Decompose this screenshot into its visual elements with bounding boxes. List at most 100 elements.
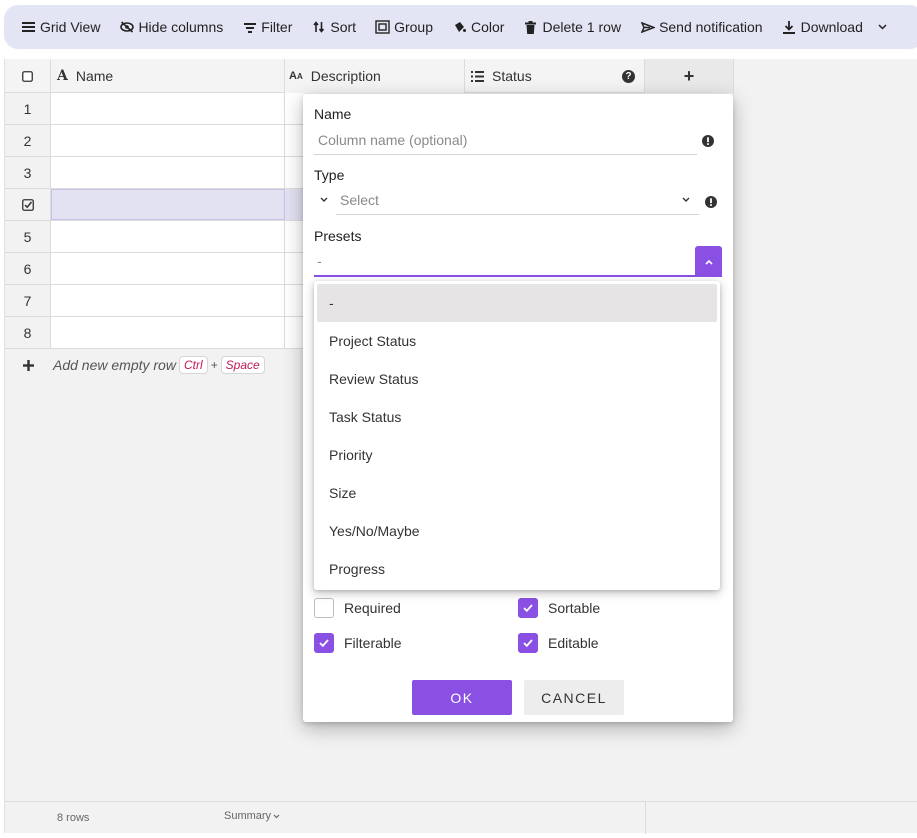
filter-icon	[242, 20, 257, 35]
info-icon	[702, 134, 714, 147]
hide-columns-label: Hide columns	[138, 19, 224, 35]
delete-row-button[interactable]: Delete 1 row	[516, 12, 628, 42]
grid-rows: 1 2 3 5 6 7 8 Add new empty row Ctrl + S…	[5, 93, 305, 381]
grid-view-label: Grid View	[40, 19, 101, 35]
sort-label: Sort	[330, 19, 357, 35]
checkbox-box[interactable]	[518, 633, 538, 653]
row-number: 7	[5, 285, 51, 316]
preset-option-yes-no-maybe[interactable]: Yes/No/Maybe	[314, 512, 720, 550]
name-cell[interactable]	[51, 317, 285, 348]
send-notification-button[interactable]: Send notification	[633, 12, 770, 42]
check-icon	[319, 639, 329, 648]
add-column-button[interactable]: +	[645, 59, 734, 93]
info-icon	[705, 195, 717, 208]
list-icon	[471, 70, 484, 82]
presets-field-label: Presets	[314, 228, 362, 244]
send-notification-label: Send notification	[659, 19, 763, 35]
name-cell[interactable]	[51, 157, 285, 188]
grid-view-button[interactable]: Grid View	[14, 12, 107, 42]
select-all-checkbox[interactable]	[5, 59, 51, 93]
description-cell[interactable]	[285, 221, 305, 252]
name-cell[interactable]	[51, 253, 285, 284]
description-cell[interactable]	[285, 189, 305, 220]
preset-option-priority[interactable]: Priority	[314, 436, 720, 474]
description-cell[interactable]	[285, 157, 305, 188]
column-name-input[interactable]: Column name (optional)	[314, 126, 697, 155]
cancel-button[interactable]: CANCEL	[524, 680, 624, 715]
chevron-down-icon	[682, 197, 690, 203]
name-cell[interactable]	[51, 189, 285, 220]
grid-header: A Name AA Description Status ? +	[5, 59, 734, 93]
grid-footer: 8 rows Summary	[5, 801, 917, 834]
column-status-label: Status	[492, 68, 532, 84]
group-label: Group	[394, 19, 433, 35]
presets-toggle-button[interactable]	[695, 246, 722, 277]
trash-icon	[523, 20, 538, 35]
ok-button[interactable]: OK	[412, 680, 512, 715]
name-field-label: Name	[314, 106, 352, 122]
name-cell[interactable]	[51, 125, 285, 156]
description-cell[interactable]	[285, 253, 305, 284]
preset-option-project-status[interactable]: Project Status	[314, 322, 720, 360]
description-cell[interactable]	[285, 125, 305, 156]
filterable-label: Filterable	[344, 635, 402, 651]
required-checkbox[interactable]: Required	[314, 598, 401, 618]
chevron-down-icon[interactable]	[320, 197, 328, 203]
preset-option-progress[interactable]: Progress	[314, 550, 720, 588]
preset-option-review-status[interactable]: Review Status	[314, 360, 720, 398]
download-label: Download	[800, 19, 863, 35]
checkbox-box[interactable]	[518, 598, 538, 618]
row-number: 3	[5, 157, 51, 188]
color-button[interactable]: Color	[445, 12, 511, 42]
sort-button[interactable]: Sort	[304, 12, 363, 42]
table-row[interactable]: 1	[5, 93, 305, 125]
name-cell[interactable]	[51, 93, 285, 124]
text-icon: A	[57, 68, 68, 84]
column-header-status[interactable]: Status ?	[465, 59, 645, 93]
filterable-checkbox[interactable]: Filterable	[314, 633, 402, 653]
description-cell[interactable]	[285, 285, 305, 316]
shortcut-key-ctrl: Ctrl	[178, 356, 208, 374]
table-row[interactable]: 3	[5, 157, 305, 189]
check-icon	[523, 639, 533, 648]
editable-checkbox[interactable]: Editable	[518, 633, 599, 653]
type-select[interactable]: Select	[336, 186, 699, 215]
preset-option-size[interactable]: Size	[314, 474, 720, 512]
row-checkbox[interactable]	[5, 189, 51, 220]
add-row-button[interactable]: Add new empty row Ctrl + Space	[5, 349, 305, 381]
table-row[interactable]: 2	[5, 125, 305, 157]
table-row[interactable]: 5	[5, 221, 305, 253]
table-row-selected[interactable]	[5, 189, 305, 221]
name-cell[interactable]	[51, 221, 285, 252]
preset-option-task-status[interactable]: Task Status	[314, 398, 720, 436]
summary-dropdown[interactable]: Summary	[224, 810, 280, 822]
name-cell[interactable]	[51, 285, 285, 316]
filter-button[interactable]: Filter	[235, 12, 299, 42]
row-number: 2	[5, 125, 51, 156]
summary-label: Summary	[224, 810, 272, 822]
preset-option-none[interactable]: -	[317, 284, 717, 322]
column-header-name[interactable]: A Name	[51, 59, 285, 93]
plus-icon	[5, 359, 51, 371]
row-number: 1	[5, 93, 51, 124]
shortcut-plus: +	[210, 358, 218, 372]
sort-icon	[311, 20, 326, 35]
table-row[interactable]: 6	[5, 253, 305, 285]
checkbox-box[interactable]	[314, 598, 334, 618]
description-cell[interactable]	[285, 93, 305, 124]
table-row[interactable]: 8	[5, 317, 305, 349]
sortable-checkbox[interactable]: Sortable	[518, 598, 600, 618]
shortcut-key-space: Space	[220, 356, 265, 374]
group-button[interactable]: Group	[368, 12, 440, 42]
add-row-label: Add new empty row	[53, 357, 176, 373]
column-header-description[interactable]: AA Description	[285, 59, 465, 93]
checkbox-box[interactable]	[314, 633, 334, 653]
hide-columns-button[interactable]: Hide columns	[112, 12, 230, 42]
presets-select[interactable]: -	[314, 246, 722, 277]
table-row[interactable]: 7	[5, 285, 305, 317]
description-cell[interactable]	[285, 317, 305, 348]
row-number: 5	[5, 221, 51, 252]
download-button[interactable]: Download	[775, 12, 897, 42]
help-icon[interactable]: ?	[622, 70, 635, 83]
chevron-down-icon	[273, 814, 280, 819]
